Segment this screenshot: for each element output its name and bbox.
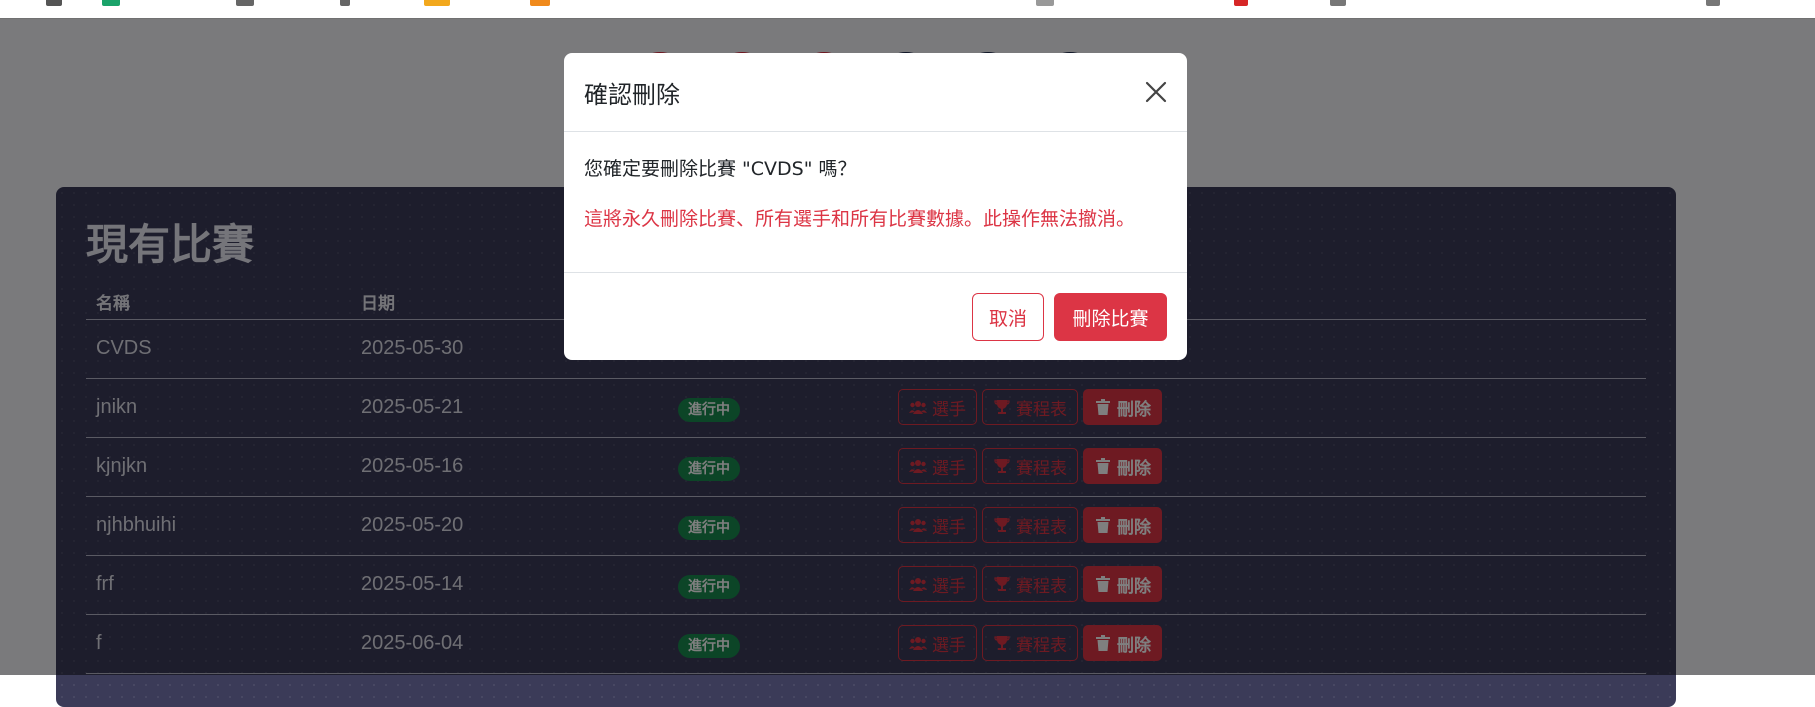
toolbar-icon[interactable] (1330, 0, 1346, 6)
toolbar-icon[interactable] (102, 0, 120, 6)
close-button[interactable] (1144, 80, 1168, 104)
confirm-delete-dialog: 確認刪除 您確定要刪除比賽 "CVDS" 嗎？ 這將永久刪除比賽、所有選手和所有… (564, 53, 1187, 360)
toolbar-icon[interactable] (46, 0, 62, 6)
toolbar-icon[interactable] (340, 0, 350, 6)
toolbar-icon[interactable] (424, 0, 450, 6)
close-icon (1145, 81, 1167, 103)
delete-competition-button[interactable]: 刪除比賽 (1054, 293, 1167, 341)
modal-body: 您確定要刪除比賽 "CVDS" 嗎？ 這將永久刪除比賽、所有選手和所有比賽數據。… (564, 132, 1187, 273)
modal-title: 確認刪除 (584, 81, 680, 109)
toolbar-icon[interactable] (1036, 0, 1054, 6)
warning-message: 這將永久刪除比賽、所有選手和所有比賽數據。此操作無法撤消。 (584, 208, 1136, 230)
browser-toolbar (0, 0, 1815, 19)
modal-footer: 取消 刪除比賽 (564, 273, 1187, 361)
toolbar-icon[interactable] (236, 0, 254, 6)
toolbar-icon[interactable] (530, 0, 550, 6)
cancel-button[interactable]: 取消 (972, 293, 1044, 341)
toolbar-icon[interactable] (1234, 0, 1248, 6)
toolbar-icon[interactable] (1706, 0, 1720, 6)
confirm-message: 您確定要刪除比賽 "CVDS" 嗎？ (584, 158, 857, 180)
modal-header: 確認刪除 (564, 53, 1187, 132)
